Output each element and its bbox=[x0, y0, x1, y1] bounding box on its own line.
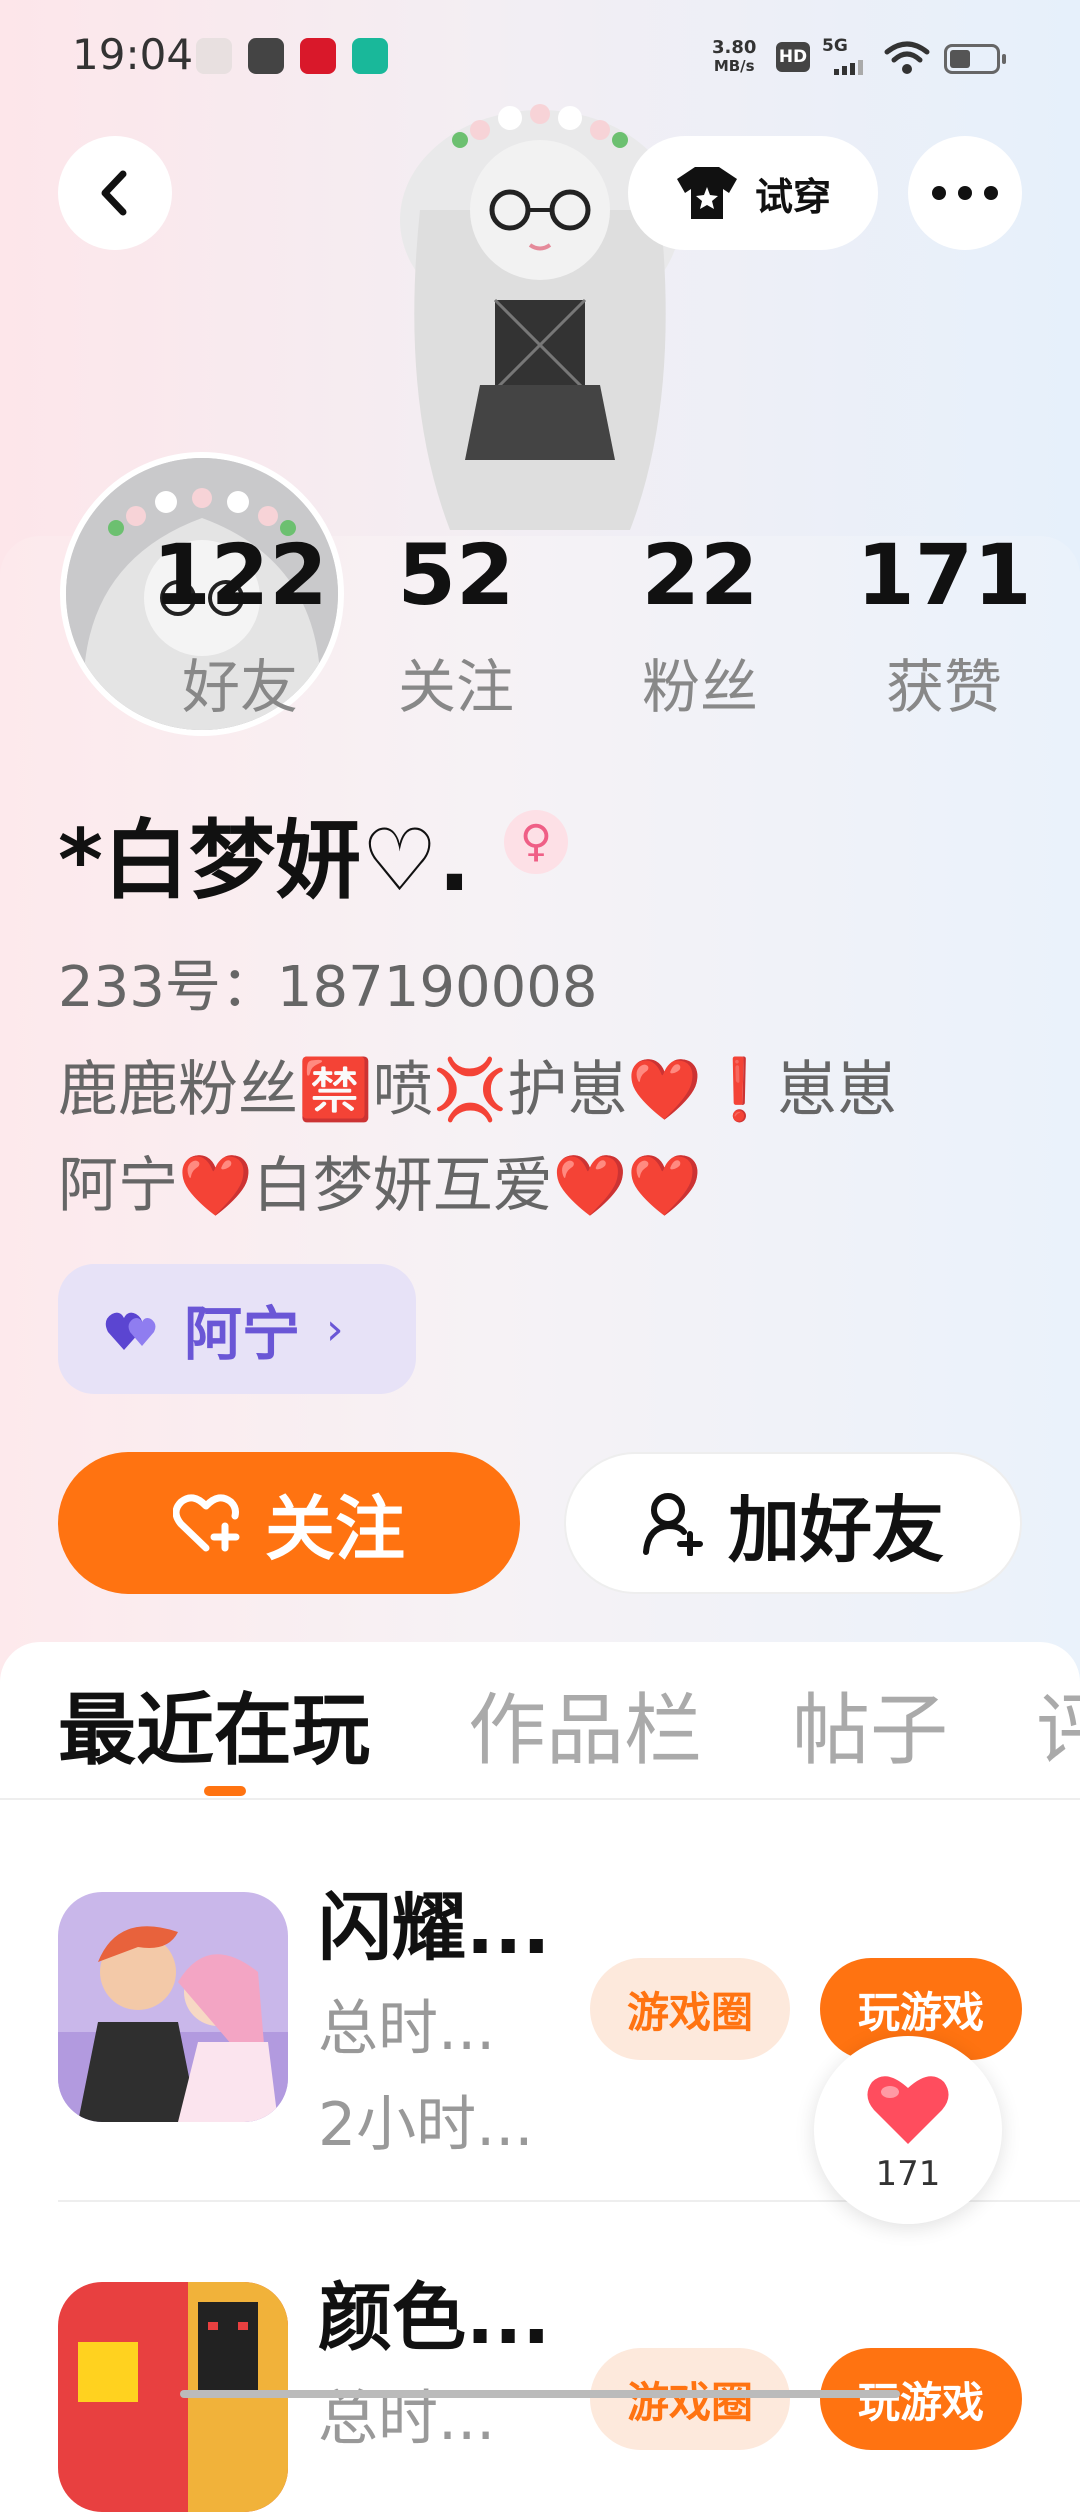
follow-label: 关注 bbox=[265, 1487, 405, 1570]
profile-bio: 鹿鹿粉丝🈲喷💢护崽❤️❗崽崽 阿宁❤️白梦妍互爱❤️❤️ bbox=[58, 1042, 1018, 1234]
status-time: 19:04 bbox=[72, 30, 194, 79]
tab-indicator bbox=[204, 1786, 246, 1796]
stat-label: 粉丝 bbox=[641, 653, 758, 721]
add-friend-label: 加好友 bbox=[727, 1487, 944, 1572]
tab-posts[interactable]: 帖子 bbox=[792, 1668, 948, 1780]
home-indicator bbox=[180, 2390, 900, 2398]
tab-recently-played[interactable]: 最近在玩 bbox=[58, 1668, 370, 1780]
badge-label: 阿宁 bbox=[184, 1300, 301, 1368]
game-cover-image bbox=[58, 1892, 288, 2122]
try-on-label: 试穿 bbox=[754, 174, 831, 219]
game-title: 颜色... bbox=[318, 2275, 551, 2361]
tab-works[interactable]: 作品栏 bbox=[468, 1668, 702, 1780]
network-speed-value: 3.80 bbox=[712, 37, 757, 58]
chevron-left-icon bbox=[101, 170, 127, 216]
bio-line: 阿宁❤️白梦妍互爱❤️❤️ bbox=[58, 1151, 703, 1221]
stat-following[interactable]: 52 关注 bbox=[356, 530, 556, 724]
like-button[interactable]: 171 bbox=[814, 2036, 1002, 2224]
try-on-button[interactable]: 试穿 bbox=[628, 136, 878, 250]
profile-name: *白梦妍♡. bbox=[58, 811, 471, 911]
bio-line: 鹿鹿粉丝🈲喷💢护崽❤️❗崽崽 bbox=[58, 1055, 897, 1125]
like-count: 171 bbox=[875, 2154, 941, 2194]
game-play-time: 2小时... bbox=[318, 2090, 534, 2160]
status-bar: 19:04 3.80 MB/s HD 5G bbox=[0, 0, 1080, 110]
user-id: 233号：187190008 bbox=[58, 955, 598, 1020]
notification-app-icon bbox=[352, 38, 388, 74]
heart-icon bbox=[867, 2076, 949, 2144]
network-speed: 3.80 MB/s bbox=[712, 38, 756, 76]
follow-button[interactable]: 关注 bbox=[58, 1452, 520, 1594]
tab-reviews[interactable]: 评 bbox=[1036, 1668, 1080, 1780]
notification-app-icon bbox=[248, 38, 284, 74]
battery-icon bbox=[944, 44, 1006, 74]
female-icon: ♀ bbox=[504, 810, 568, 874]
stat-label: 关注 bbox=[397, 653, 514, 721]
game-circle-button[interactable]: 游戏圈 bbox=[590, 2348, 790, 2450]
double-heart-icon bbox=[105, 1312, 156, 1350]
play-game-button[interactable]: 玩游戏 bbox=[820, 2348, 1022, 2450]
game-total-time-label: 总时... bbox=[318, 2384, 496, 2454]
game-circle-button[interactable]: 游戏圈 bbox=[590, 1958, 790, 2060]
game-total-time-label: 总时... bbox=[318, 1994, 496, 2064]
stat-fans[interactable]: 22 粉丝 bbox=[600, 530, 800, 724]
stat-label: 好友 bbox=[181, 653, 298, 721]
stat-friends[interactable]: 122 好友 bbox=[140, 530, 340, 724]
game-title: 闪耀... bbox=[318, 1885, 551, 1971]
signal-label: 5G bbox=[822, 36, 848, 56]
notification-app-icon bbox=[300, 38, 336, 74]
back-button[interactable] bbox=[58, 136, 172, 250]
network-speed-unit: MB/s bbox=[713, 57, 755, 75]
more-dots-icon bbox=[932, 186, 998, 200]
chevron-right-icon: › bbox=[326, 1303, 344, 1355]
add-user-icon bbox=[642, 1493, 703, 1556]
stat-label: 获赞 bbox=[885, 653, 1002, 721]
stat-value: 22 bbox=[641, 526, 759, 624]
stat-value: 171 bbox=[856, 526, 1032, 624]
add-friend-button[interactable]: 加好友 bbox=[564, 1452, 1022, 1594]
wifi-icon bbox=[884, 41, 930, 74]
stat-likes[interactable]: 171 获赞 bbox=[844, 530, 1044, 724]
more-options-button[interactable] bbox=[908, 136, 1022, 250]
relationship-badge[interactable]: 阿宁 › bbox=[58, 1264, 416, 1394]
stat-value: 122 bbox=[152, 526, 328, 624]
hd-icon: HD bbox=[776, 42, 810, 72]
stat-value: 52 bbox=[397, 526, 515, 624]
notification-app-icon bbox=[196, 38, 232, 74]
shirt-icon bbox=[676, 167, 737, 219]
divider bbox=[0, 1798, 1080, 1800]
signal-bars-icon bbox=[834, 56, 866, 75]
heart-plus-icon bbox=[173, 1494, 240, 1552]
game-icon[interactable] bbox=[58, 1892, 288, 2122]
